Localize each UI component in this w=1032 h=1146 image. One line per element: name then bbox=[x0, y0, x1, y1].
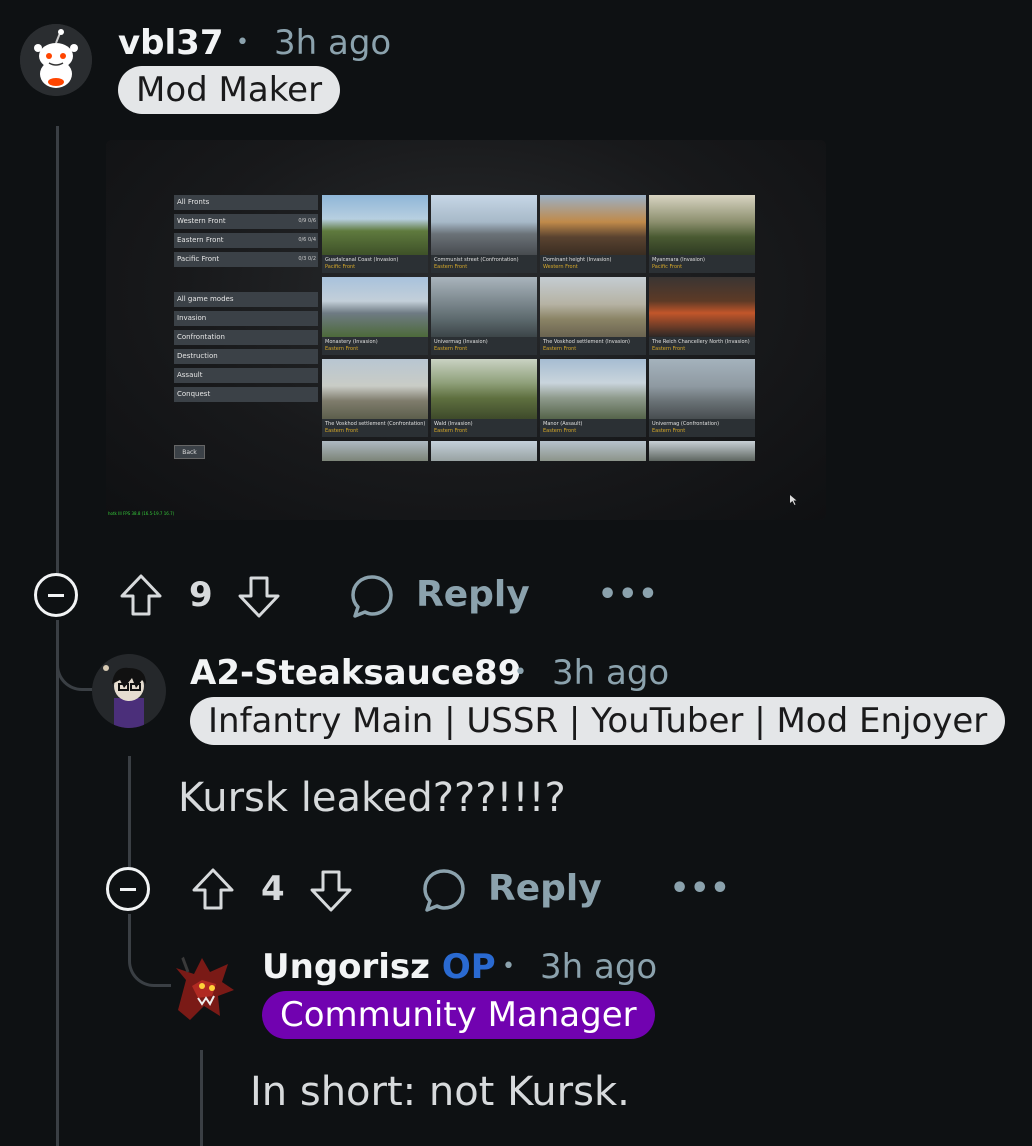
back-button: Back bbox=[174, 445, 205, 459]
mode-filter-all: All game modes bbox=[174, 292, 318, 307]
map-thumbnail: Myanmara (Invasion) Pacific Front bbox=[649, 195, 755, 273]
map-thumbnail: Univermag (Confrontation) Eastern Front bbox=[649, 359, 755, 437]
reply-button[interactable]: Reply bbox=[416, 577, 530, 613]
map-thumbnail: The Reich Chancellery North (Invasion) Ea… bbox=[649, 277, 755, 355]
fps-counter: hotk III FPS 38.8 (16.5-19.7 16.7) bbox=[108, 511, 175, 516]
map-thumbnail: Univermag (Invasion) Eastern Front bbox=[431, 277, 537, 355]
more-options-icon[interactable]: ••• bbox=[598, 580, 659, 610]
user-flair: Infantry Main | USSR | YouTuber | Mod En… bbox=[190, 697, 1006, 745]
custom-avatar-icon bbox=[92, 654, 166, 728]
timestamp[interactable]: 3h ago bbox=[540, 950, 657, 984]
collapse-thread-button[interactable] bbox=[34, 573, 78, 617]
thread-line-level3 bbox=[200, 1050, 203, 1146]
attached-image[interactable]: All Fronts Western Front 0/9 0/6 Eastern … bbox=[106, 140, 826, 520]
reply-bubble-icon[interactable] bbox=[420, 866, 468, 914]
reddit-snoo-avatar-icon bbox=[20, 24, 92, 96]
map-thumbnail: Monastery (Invasion) Eastern Front bbox=[322, 277, 428, 355]
timestamp[interactable]: 3h ago bbox=[274, 26, 391, 60]
thread-connector-2 bbox=[128, 914, 171, 987]
map-thumbnail: Communist street (Confrontation) Eastern … bbox=[431, 195, 537, 273]
upvote-icon[interactable] bbox=[190, 866, 236, 912]
username-vbl37[interactable]: vbl37 bbox=[118, 26, 223, 60]
map-thumbnail: Guadalcanal Coast (Invasion) Pacific Fron… bbox=[322, 195, 428, 273]
thread-line-root bbox=[56, 126, 59, 574]
front-filter-all: All Fronts bbox=[174, 195, 318, 210]
upvote-icon[interactable] bbox=[118, 572, 164, 618]
mode-filter-assault: Assault bbox=[174, 368, 318, 383]
map-thumbnail: Wald (Invasion) Eastern Front bbox=[431, 359, 537, 437]
op-badge: OP bbox=[441, 947, 496, 987]
vote-score: 4 bbox=[261, 869, 285, 909]
mode-filter-destruction: Destruction bbox=[174, 349, 318, 364]
reply-bubble-icon[interactable] bbox=[348, 572, 396, 620]
map-thumbnail-partial bbox=[540, 441, 646, 461]
map-thumbnail: The Voskhod settlement (Confrontation) Ea… bbox=[322, 359, 428, 437]
downvote-icon[interactable] bbox=[308, 868, 354, 914]
front-filter-pacific: Pacific Front 0/3 0/2 bbox=[174, 252, 318, 267]
timestamp[interactable]: 3h ago bbox=[552, 656, 669, 690]
front-filter-eastern: Eastern Front 0/6 0/4 bbox=[174, 233, 318, 248]
collapse-thread-button[interactable] bbox=[106, 867, 150, 911]
user-flair: Community Manager bbox=[262, 991, 655, 1039]
mode-filter-confrontation: Confrontation bbox=[174, 330, 318, 345]
username-ungorisz[interactable]: Ungorisz OP bbox=[262, 950, 496, 984]
meta-separator: • bbox=[236, 30, 249, 55]
map-thumbnail: The Voskhod settlement (Invasion) Eastern… bbox=[540, 277, 646, 355]
comment-body: Kursk leaked???!!!? bbox=[178, 775, 566, 821]
dragon-avatar-icon bbox=[176, 955, 234, 1020]
avatar-ungorisz[interactable] bbox=[168, 950, 242, 1024]
downvote-icon[interactable] bbox=[236, 574, 282, 620]
mode-filter-invasion: Invasion bbox=[174, 311, 318, 326]
map-thumbnail-partial bbox=[431, 441, 537, 461]
thread-line-level2 bbox=[128, 756, 131, 868]
username-a2-steaksauce89[interactable]: A2-Steaksauce89 bbox=[190, 656, 521, 690]
meta-separator: • bbox=[502, 954, 515, 979]
map-thumbnail-partial bbox=[322, 441, 428, 461]
more-options-icon[interactable]: ••• bbox=[670, 874, 731, 904]
thread-line-root-lower bbox=[56, 620, 59, 1146]
map-thumbnail-partial bbox=[649, 441, 755, 461]
comment-body: In short: not Kursk. bbox=[250, 1069, 630, 1115]
avatar-vbl37[interactable] bbox=[20, 24, 92, 96]
avatar-a2-steaksauce89[interactable] bbox=[92, 654, 166, 728]
user-flair: Mod Maker bbox=[118, 66, 341, 114]
vote-score: 9 bbox=[189, 575, 213, 615]
meta-separator: • bbox=[514, 660, 527, 685]
cursor-icon bbox=[790, 495, 797, 505]
mode-filter-conquest: Conquest bbox=[174, 387, 318, 402]
front-filter-western: Western Front 0/9 0/6 bbox=[174, 214, 318, 229]
reply-button[interactable]: Reply bbox=[488, 871, 602, 907]
map-thumbnail: Manor (Assault) Eastern Front bbox=[540, 359, 646, 437]
map-thumbnail: Dominant height (Invasion) Western Front bbox=[540, 195, 646, 273]
